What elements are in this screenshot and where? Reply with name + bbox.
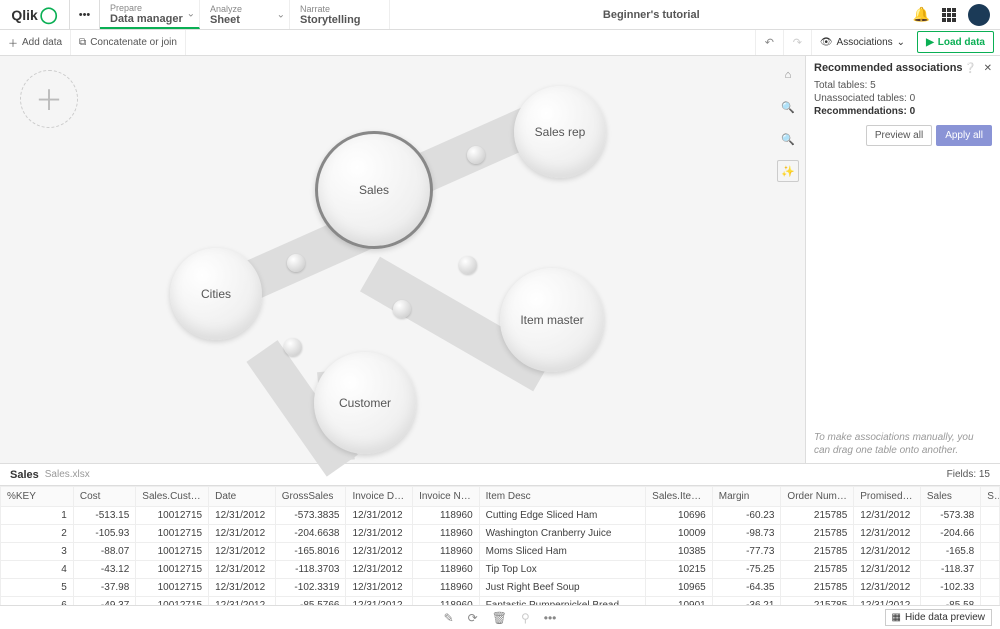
chevron-down-icon[interactable]: ⌄ bbox=[277, 9, 285, 20]
nav-prepare-value: Data manager bbox=[110, 13, 189, 25]
nav-analyze-value: Sheet bbox=[210, 14, 279, 26]
column-header[interactable]: S bbox=[981, 487, 1000, 507]
column-header[interactable]: Sales.Custo… bbox=[136, 487, 209, 507]
assoc-dot[interactable] bbox=[467, 146, 485, 164]
total-tables: Total tables: 5 bbox=[814, 80, 992, 91]
column-header[interactable]: Margin bbox=[712, 487, 781, 507]
chevron-down-icon[interactable]: ⌄ bbox=[187, 8, 195, 19]
home-icon[interactable]: ⌂ bbox=[777, 64, 799, 86]
refresh-icon[interactable]: ⟳ bbox=[468, 611, 478, 625]
concat-label: Concatenate or join bbox=[90, 37, 177, 48]
concat-icon: ⧉ bbox=[79, 37, 86, 48]
search-icon[interactable]: 🔍 bbox=[777, 128, 799, 150]
column-header[interactable]: %KEY bbox=[1, 487, 74, 507]
trash-icon[interactable]: 🗑 bbox=[492, 611, 507, 625]
table-row[interactable]: 6-49.371001271512/31/2012-85.576612/31/2… bbox=[1, 597, 1000, 606]
eye-icon: 👁 bbox=[820, 37, 833, 48]
play-icon: ▶ bbox=[926, 37, 934, 48]
add-data-button[interactable]: ＋ Add data bbox=[0, 30, 71, 55]
concatenate-button[interactable]: ⧉ Concatenate or join bbox=[71, 30, 186, 55]
recommendations-panel: Recommended associations ❔ ✕ Total table… bbox=[805, 56, 1000, 463]
load-data-button[interactable]: ▶ Load data bbox=[917, 31, 994, 53]
load-data-label: Load data bbox=[938, 37, 985, 48]
bubble-item-master[interactable]: Item master bbox=[500, 268, 604, 372]
close-icon[interactable]: ✕ bbox=[984, 63, 992, 74]
plus-icon: ＋ bbox=[8, 35, 18, 50]
nav-prepare-label: Prepare bbox=[110, 3, 189, 13]
data-preview-table[interactable]: %KEYCostSales.Custo…DateGrossSalesInvoic… bbox=[0, 485, 1000, 605]
column-header[interactable]: Item Desc bbox=[479, 487, 646, 507]
table-row[interactable]: 3-88.071001271512/31/2012-165.801612/31/… bbox=[1, 543, 1000, 561]
zoom-in-icon[interactable]: 🔍 bbox=[777, 96, 799, 118]
nav-analyze[interactable]: Analyze Sheet ⌄ bbox=[200, 0, 290, 29]
unassoc-tables: Unassociated tables: 0 bbox=[814, 93, 992, 104]
table-icon: ▦ bbox=[892, 612, 901, 623]
table-row[interactable]: 1-513.151001271512/31/2012-573.383512/31… bbox=[1, 507, 1000, 525]
add-data-label: Add data bbox=[22, 37, 62, 48]
column-header[interactable]: Promised D… bbox=[854, 487, 921, 507]
avatar[interactable] bbox=[968, 4, 990, 26]
undo-button[interactable]: ↶ bbox=[755, 30, 783, 55]
unlink-icon[interactable]: ⚲ bbox=[521, 611, 530, 625]
global-menu[interactable]: ••• bbox=[70, 0, 100, 29]
apps-grid-icon[interactable] bbox=[942, 8, 956, 22]
nav-prepare[interactable]: Prepare Data manager ⌄ bbox=[100, 0, 200, 29]
column-header[interactable]: Sales bbox=[920, 487, 980, 507]
table-name: Sales bbox=[10, 469, 39, 481]
table-row[interactable]: 2-105.931001271512/31/2012-204.663812/31… bbox=[1, 525, 1000, 543]
field-count: Fields: 15 bbox=[947, 469, 990, 480]
panel-title: Recommended associations bbox=[814, 62, 963, 74]
table-file: Sales.xlsx bbox=[45, 469, 90, 480]
add-bubble[interactable]: ＋ bbox=[20, 70, 78, 128]
column-header[interactable]: Cost bbox=[73, 487, 135, 507]
chevron-down-icon[interactable]: ⌄ bbox=[897, 37, 905, 48]
preview-all-button[interactable]: Preview all bbox=[866, 125, 932, 146]
table-row[interactable]: 5-37.981001271512/31/2012-102.331912/31/… bbox=[1, 579, 1000, 597]
bubble-sales-rep[interactable]: Sales rep bbox=[514, 86, 606, 178]
table-row[interactable]: 4-43.121001271512/31/2012-118.370312/31/… bbox=[1, 561, 1000, 579]
app-logo[interactable]: Qlik◯ bbox=[0, 0, 70, 29]
edit-icon[interactable]: ✎ bbox=[444, 611, 454, 625]
bubble-cities[interactable]: Cities bbox=[170, 248, 262, 340]
column-header[interactable]: GrossSales bbox=[275, 487, 346, 507]
associations-button[interactable]: 👁 Associations ⌄ bbox=[811, 30, 913, 55]
assoc-dot[interactable] bbox=[287, 254, 305, 272]
app-title: Beginner's tutorial bbox=[390, 0, 913, 29]
bubble-sales[interactable]: Sales bbox=[315, 131, 433, 249]
more-icon[interactable]: ••• bbox=[544, 611, 557, 625]
nav-narrate[interactable]: Narrate Storytelling bbox=[290, 0, 390, 29]
assoc-dot[interactable] bbox=[393, 300, 411, 318]
nav-analyze-label: Analyze bbox=[210, 4, 279, 14]
redo-button[interactable]: ↷ bbox=[783, 30, 811, 55]
nav-narrate-value: Storytelling bbox=[300, 14, 379, 26]
column-header[interactable]: Sales.Item N… bbox=[646, 487, 713, 507]
bell-icon[interactable]: 🔔 bbox=[913, 6, 930, 23]
assoc-dot[interactable] bbox=[284, 338, 302, 356]
nav-narrate-label: Narrate bbox=[300, 4, 379, 14]
panel-hint: To make associations manually, you can d… bbox=[814, 431, 992, 457]
column-header[interactable]: Invoice Date bbox=[346, 487, 413, 507]
rec-count: Recommendations: 0 bbox=[814, 106, 992, 117]
help-icon[interactable]: ❔ bbox=[964, 63, 976, 74]
assoc-dot[interactable] bbox=[459, 256, 477, 274]
hide-data-preview-button[interactable]: ▦ Hide data preview bbox=[885, 609, 993, 626]
magic-wand-icon[interactable]: ✨ bbox=[777, 160, 799, 182]
assoc-label: Associations bbox=[837, 37, 893, 48]
column-header[interactable]: Order Number bbox=[781, 487, 854, 507]
column-header[interactable]: Date bbox=[209, 487, 276, 507]
association-canvas[interactable]: ＋ Sales Sales rep Cities Item master Cus… bbox=[0, 56, 805, 463]
column-header[interactable]: Invoice Num… bbox=[413, 487, 480, 507]
apply-all-button[interactable]: Apply all bbox=[936, 125, 992, 146]
bubble-customer[interactable]: Customer bbox=[314, 352, 416, 454]
